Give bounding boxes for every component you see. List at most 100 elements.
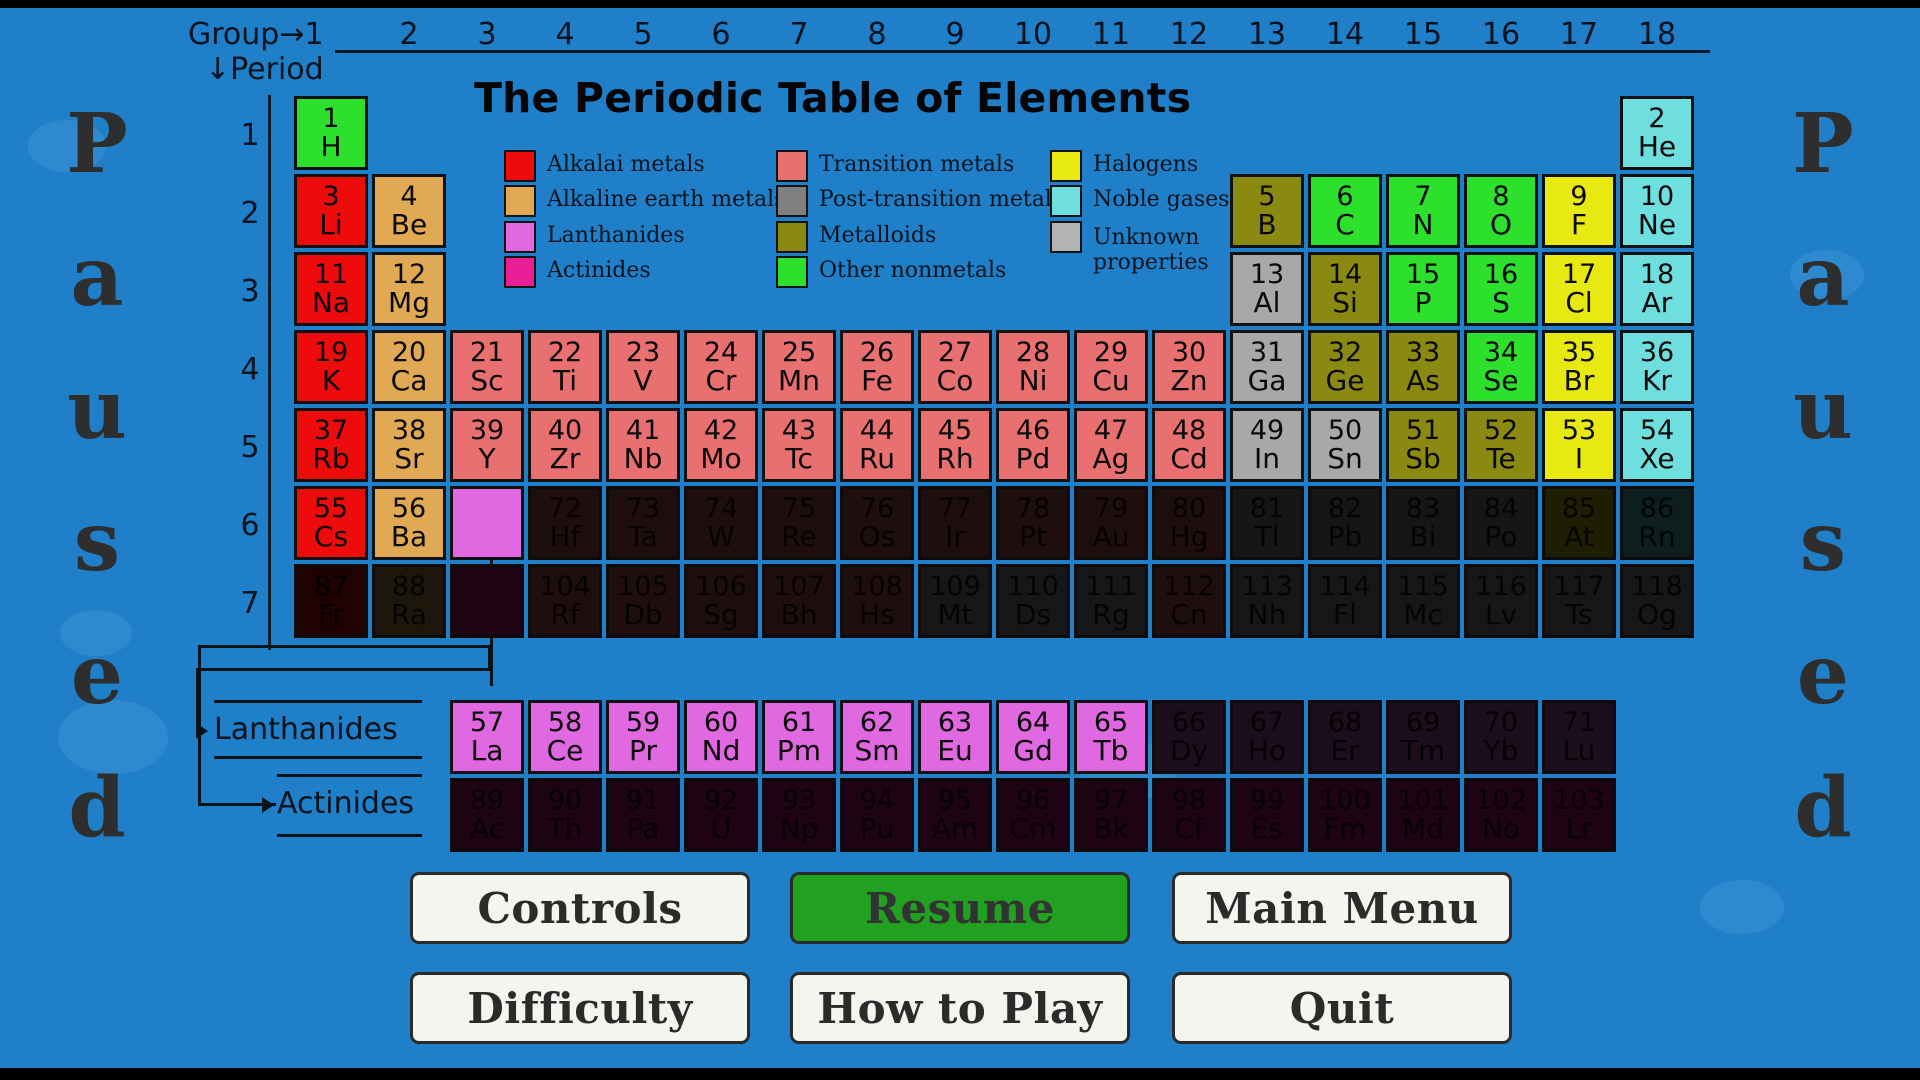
element-tile[interactable]: 7N [1386, 174, 1460, 248]
element-tile[interactable]: 25 Mn [762, 330, 836, 404]
element-tile[interactable] [450, 486, 524, 560]
element-tile[interactable]: 33 As [1386, 330, 1460, 404]
element-tile[interactable]: 117 Ts [1542, 564, 1616, 638]
element-tile[interactable]: 39 Y [450, 408, 524, 482]
menu-button-controls[interactable]: Controls [410, 872, 750, 944]
element-tile[interactable]: 84 Po [1464, 486, 1538, 560]
element-tile[interactable]: 96 Cm [996, 778, 1070, 852]
element-tile[interactable]: 104 Rf [528, 564, 602, 638]
element-tile[interactable]: 99 Es [1230, 778, 1304, 852]
element-tile[interactable]: 63 Eu [918, 700, 992, 774]
element-tile[interactable]: 64 Gd [996, 700, 1070, 774]
element-tile[interactable]: 77 Ir [918, 486, 992, 560]
element-tile[interactable]: 48 Cd [1152, 408, 1226, 482]
element-tile[interactable]: 75 Re [762, 486, 836, 560]
element-tile[interactable]: 47 Ag [1074, 408, 1148, 482]
element-tile[interactable]: 16 S [1464, 252, 1538, 326]
menu-button-difficulty[interactable]: Difficulty [410, 972, 750, 1044]
element-tile[interactable]: 21 Sc [450, 330, 524, 404]
element-tile[interactable]: 83 Bi [1386, 486, 1460, 560]
element-tile[interactable]: 65 Tb [1074, 700, 1148, 774]
element-tile[interactable]: 97 Bk [1074, 778, 1148, 852]
element-tile[interactable]: 114 Fl [1308, 564, 1382, 638]
element-tile[interactable]: 71 Lu [1542, 700, 1616, 774]
element-tile[interactable]: 52 Te [1464, 408, 1538, 482]
element-tile[interactable]: 31 Ga [1230, 330, 1304, 404]
element-tile[interactable]: 76 Os [840, 486, 914, 560]
menu-button-main-menu[interactable]: Main Menu [1172, 872, 1512, 944]
element-tile[interactable]: 35 Br [1542, 330, 1616, 404]
element-tile[interactable]: 101 Md [1386, 778, 1460, 852]
element-tile[interactable]: 112 Cn [1152, 564, 1226, 638]
element-tile[interactable]: 20 Ca [372, 330, 446, 404]
element-tile[interactable]: 66 Dy [1152, 700, 1226, 774]
element-tile[interactable]: 50 Sn [1308, 408, 1382, 482]
element-tile[interactable]: 49 In [1230, 408, 1304, 482]
element-tile[interactable]: 32 Ge [1308, 330, 1382, 404]
element-tile[interactable]: 56 Ba [372, 486, 446, 560]
element-tile[interactable]: 36 Kr [1620, 330, 1694, 404]
element-tile[interactable]: 55 Cs [294, 486, 368, 560]
element-tile[interactable]: 116 Lv [1464, 564, 1538, 638]
element-tile[interactable]: 73 Ta [606, 486, 680, 560]
element-tile[interactable]: 87 Fr [294, 564, 368, 638]
element-tile[interactable]: 5B [1230, 174, 1304, 248]
element-tile[interactable]: 79 Au [1074, 486, 1148, 560]
element-tile[interactable]: 78 Pt [996, 486, 1070, 560]
element-tile[interactable]: 27 Co [918, 330, 992, 404]
element-tile[interactable]: 92 U [684, 778, 758, 852]
element-tile[interactable]: 54 Xe [1620, 408, 1694, 482]
element-tile[interactable]: 74 W [684, 486, 758, 560]
element-tile[interactable]: 62 Sm [840, 700, 914, 774]
element-tile[interactable]: 42 Mo [684, 408, 758, 482]
element-tile[interactable]: 10 Ne [1620, 174, 1694, 248]
element-tile[interactable]: 90 Th [528, 778, 602, 852]
element-tile[interactable]: 88 Ra [372, 564, 446, 638]
element-tile[interactable]: 18 Ar [1620, 252, 1694, 326]
element-tile[interactable]: 2 He [1620, 96, 1694, 170]
element-tile[interactable]: 67 Ho [1230, 700, 1304, 774]
element-tile[interactable]: 70 Yb [1464, 700, 1538, 774]
element-tile[interactable]: 45 Rh [918, 408, 992, 482]
element-tile[interactable] [450, 564, 524, 638]
element-tile[interactable]: 19 K [294, 330, 368, 404]
element-tile[interactable]: 95 Am [918, 778, 992, 852]
element-tile[interactable]: 14 Si [1308, 252, 1382, 326]
element-tile[interactable]: 46 Pd [996, 408, 1070, 482]
element-tile[interactable]: 23 V [606, 330, 680, 404]
element-tile[interactable]: 61 Pm [762, 700, 836, 774]
element-tile[interactable]: 81 Tl [1230, 486, 1304, 560]
element-tile[interactable]: 94 Pu [840, 778, 914, 852]
element-tile[interactable]: 6C [1308, 174, 1382, 248]
element-tile[interactable]: 100 Fm [1308, 778, 1382, 852]
element-tile[interactable]: 53 I [1542, 408, 1616, 482]
element-tile[interactable]: 15 P [1386, 252, 1460, 326]
element-tile[interactable]: 44 Ru [840, 408, 914, 482]
element-tile[interactable]: 98 Cf [1152, 778, 1226, 852]
element-tile[interactable]: 103 Lr [1542, 778, 1616, 852]
element-tile[interactable]: 80 Hg [1152, 486, 1226, 560]
element-tile[interactable]: 37 Rb [294, 408, 368, 482]
element-tile[interactable]: 13 Al [1230, 252, 1304, 326]
element-tile[interactable]: 102 No [1464, 778, 1538, 852]
element-tile[interactable]: 3 Li [294, 174, 368, 248]
element-tile[interactable]: 57 La [450, 700, 524, 774]
element-tile[interactable]: 38 Sr [372, 408, 446, 482]
element-tile[interactable]: 28 Ni [996, 330, 1070, 404]
element-tile[interactable]: 86 Rn [1620, 486, 1694, 560]
element-tile[interactable]: 12 Mg [372, 252, 446, 326]
element-tile[interactable]: 29 Cu [1074, 330, 1148, 404]
element-tile[interactable]: 69 Tm [1386, 700, 1460, 774]
element-tile[interactable]: 41 Nb [606, 408, 680, 482]
element-tile[interactable]: 107 Bh [762, 564, 836, 638]
element-tile[interactable]: 8O [1464, 174, 1538, 248]
element-tile[interactable]: 60 Nd [684, 700, 758, 774]
element-tile[interactable]: 26 Fe [840, 330, 914, 404]
element-tile[interactable]: 85 At [1542, 486, 1616, 560]
element-tile[interactable]: 109 Mt [918, 564, 992, 638]
element-tile[interactable]: 89 Ac [450, 778, 524, 852]
element-tile[interactable]: 111 Rg [1074, 564, 1148, 638]
element-tile[interactable]: 118 Og [1620, 564, 1694, 638]
element-tile[interactable]: 43 Tc [762, 408, 836, 482]
menu-button-how-to-play[interactable]: How to Play [790, 972, 1130, 1044]
